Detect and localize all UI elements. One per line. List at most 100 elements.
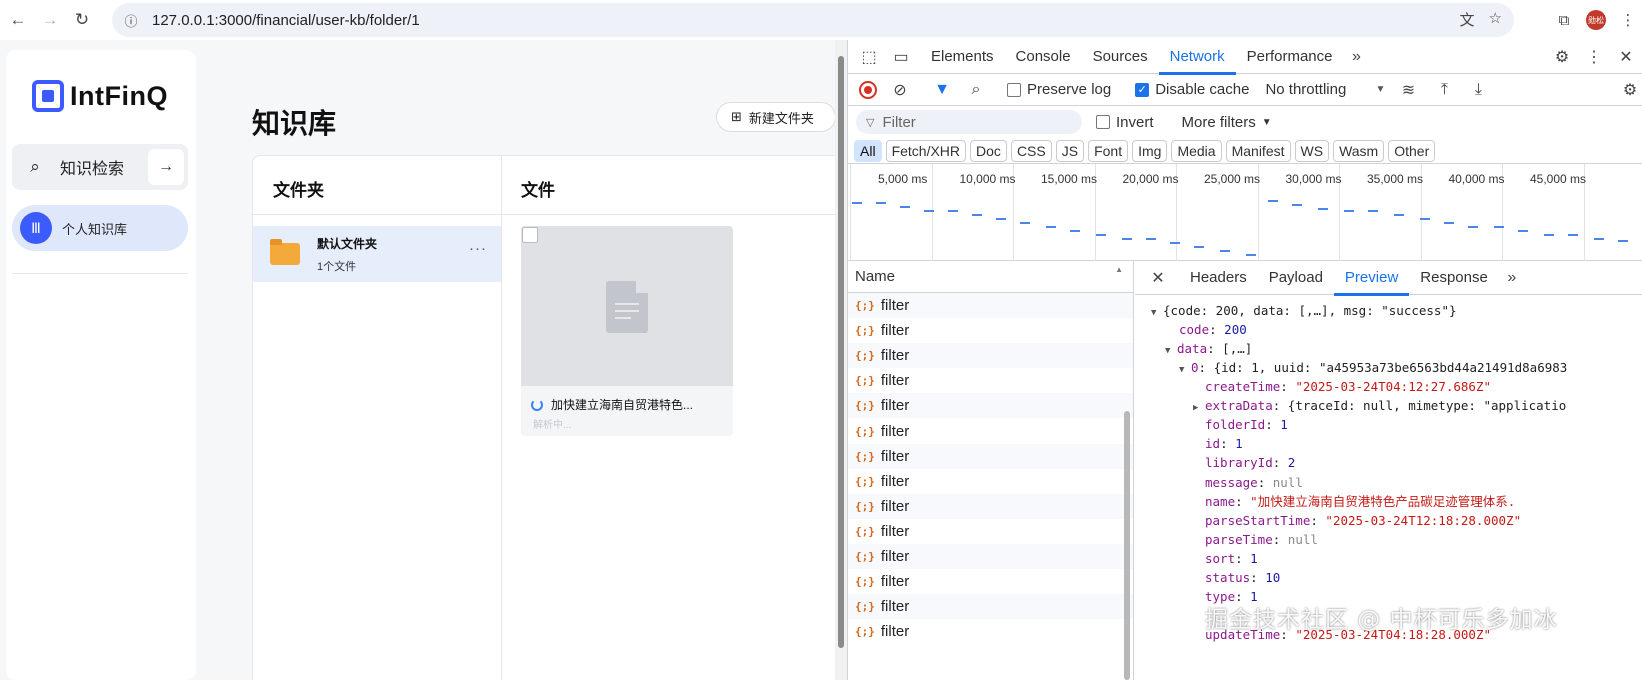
back-icon[interactable]: ← — [4, 6, 32, 34]
folder-item[interactable]: 默认文件夹 1个文件 ··· — [253, 226, 501, 282]
tab-headers[interactable]: Headers — [1179, 261, 1258, 295]
forward-icon[interactable]: → — [36, 6, 64, 34]
request-list-scrollbar[interactable] — [1124, 411, 1130, 680]
address-bar[interactable]: ⓘ 127.0.0.1:3000/financial/user-kb/folde… — [112, 3, 1514, 37]
json-field[interactable]: ▶ extraData: {traceId: null, mimetype: "a… — [1193, 396, 1566, 415]
json-key: parseTime — [1205, 531, 1273, 547]
request-row[interactable]: {;} filter — [848, 493, 1133, 519]
request-row[interactable]: {;} filter — [848, 594, 1133, 620]
new-folder-button[interactable]: ⊞ 新建文件夹 — [716, 102, 835, 132]
tab-elements[interactable]: Elements — [920, 40, 1005, 74]
more-filters-button[interactable]: More filters ▼ — [1182, 114, 1272, 131]
close-details-icon[interactable]: ✕ — [1145, 265, 1171, 291]
devtools-menu-icon[interactable]: ⋮ — [1581, 44, 1607, 70]
invert-checkbox[interactable]: Invert — [1096, 114, 1154, 131]
type-fetch-xhr[interactable]: Fetch/XHR — [885, 139, 967, 162]
type-js[interactable]: JS — [1055, 139, 1085, 162]
json-root[interactable]: ▼ {code: 200, data: [,…], msg: "success"} — [1151, 301, 1457, 320]
more-options-icon[interactable]: ··· — [469, 240, 487, 257]
json-value: 1 — [1250, 550, 1258, 566]
translate-icon[interactable]: 文 — [1460, 9, 1475, 30]
request-row[interactable]: {;} filter — [848, 368, 1133, 393]
more-tabs-icon[interactable]: » — [1499, 265, 1525, 291]
type-font[interactable]: Font — [1088, 139, 1129, 162]
clear-icon[interactable]: ⊘ — [887, 77, 913, 103]
search-icon[interactable]: ⌕ — [963, 77, 989, 103]
app-logo[interactable]: IntFinQ — [32, 80, 168, 112]
extensions-icon[interactable]: ⧉ — [1550, 6, 1578, 34]
request-row[interactable]: {;} filter — [848, 343, 1133, 369]
reload-icon[interactable]: ↻ — [68, 6, 96, 34]
json-item-0[interactable]: ▼ 0: {id: 1, uuid: "a45953a73be6563bd44a2… — [1179, 358, 1567, 377]
timeline-request-bar — [1368, 210, 1378, 212]
inspect-element-icon[interactable]: ⬚ — [856, 44, 882, 70]
timeline-tick-label: 5,000 ms — [878, 172, 928, 186]
export-har-icon[interactable]: ⤓ — [1465, 77, 1491, 103]
type-all[interactable]: All — [854, 139, 882, 162]
request-row[interactable]: {;} filter — [848, 619, 1133, 644]
filter-input[interactable]: ▽ Filter — [856, 110, 1082, 134]
request-row[interactable]: {;} filter — [848, 469, 1133, 494]
type-wasm[interactable]: Wasm — [1333, 139, 1385, 162]
request-list: Name ▲ {;} filter {;} filter {;} filter {;} fil… — [848, 261, 1134, 680]
request-row[interactable]: {;} filter — [848, 293, 1133, 319]
arrow-right-icon[interactable]: → — [148, 149, 184, 185]
request-row[interactable]: {;} filter — [848, 543, 1133, 570]
site-info-icon[interactable]: ⓘ — [120, 9, 142, 31]
filter-funnel-icon[interactable]: ▼ — [929, 77, 955, 103]
json-value: 10 — [1265, 570, 1281, 585]
tab-sources[interactable]: Sources — [1082, 40, 1159, 74]
file-checkbox[interactable] — [522, 227, 538, 243]
tab-response[interactable]: Response — [1409, 261, 1499, 295]
devtools-tabbar: ⬚ ▭ Elements Console Sources Network Per… — [848, 40, 1642, 75]
type-other[interactable]: Other — [1388, 139, 1436, 162]
name-column-header[interactable]: Name ▲ — [848, 261, 1133, 293]
network-conditions-icon[interactable]: ≋ — [1395, 77, 1421, 103]
type-manifest[interactable]: Manifest — [1225, 139, 1291, 162]
type-doc[interactable]: Doc — [970, 139, 1007, 162]
network-settings-icon[interactable]: ⚙ — [1617, 77, 1642, 103]
import-har-icon[interactable]: ⤒ — [1431, 77, 1457, 103]
type-img[interactable]: Img — [1132, 139, 1168, 162]
request-row[interactable]: {;} filter — [848, 569, 1133, 594]
url-text[interactable]: 127.0.0.1:3000/financial/user-kb/folder/… — [152, 12, 420, 29]
library-icon: Ⅲ — [20, 212, 52, 244]
close-icon[interactable]: ✕ — [1613, 44, 1639, 70]
bookmark-star-icon[interactable]: ☆ — [1489, 9, 1502, 30]
tab-console[interactable]: Console — [1005, 40, 1082, 74]
request-row[interactable]: {;} filter — [848, 519, 1133, 544]
settings-gear-icon[interactable]: ⚙ — [1549, 44, 1575, 70]
disable-cache-checkbox[interactable]: ✓ Disable cache — [1135, 81, 1249, 98]
tab-preview[interactable]: Preview — [1333, 261, 1410, 296]
type-media[interactable]: Media — [1171, 139, 1222, 162]
tab-payload[interactable]: Payload — [1258, 261, 1334, 295]
profile-avatar[interactable]: 勋松 — [1586, 10, 1606, 30]
json-data[interactable]: ▼ data: [,…] — [1165, 339, 1252, 358]
kb-panel: 文件夹 文件 默认文件夹 1个文件 ··· 加快建立海南自贸港特色... 解析中… — [252, 155, 835, 680]
fetch-request-icon: {;} — [855, 600, 875, 614]
tab-network[interactable]: Network — [1158, 40, 1236, 75]
page-scrollbar-thumb[interactable] — [838, 56, 844, 648]
preserve-log-checkbox[interactable]: Preserve log — [1007, 81, 1111, 98]
request-row[interactable]: {;} filter — [848, 418, 1133, 443]
record-icon[interactable] — [859, 80, 877, 99]
timeline-request-bar — [1594, 238, 1604, 240]
browser-menu-icon[interactable]: ⋮ — [1614, 6, 1642, 34]
file-card[interactable]: 加快建立海南自贸港特色... 解析中... — [521, 226, 733, 436]
sidebar-item-personal-kb[interactable]: Ⅲ 个人知识库 — [12, 205, 188, 251]
throttling-select[interactable]: No throttling ▼ — [1265, 81, 1385, 98]
folder-column-title: 文件夹 — [273, 181, 324, 200]
more-tabs-icon[interactable]: » — [1344, 44, 1370, 70]
type-css[interactable]: CSS — [1010, 139, 1052, 162]
request-row[interactable]: {;} filter — [848, 393, 1133, 419]
type-ws[interactable]: WS — [1294, 139, 1330, 162]
dropdown-arrow-icon: ▼ — [1375, 84, 1386, 95]
fetch-request-icon: {;} — [855, 499, 875, 513]
request-row[interactable]: {;} filter — [848, 318, 1133, 343]
network-timeline-overview[interactable]: 5,000 ms 10,000 ms 15,000 ms 20,000 ms 25,00… — [848, 164, 1642, 261]
tab-performance[interactable]: Performance — [1236, 40, 1344, 74]
sidebar-item-search[interactable]: ⌕ 知识检索 → — [12, 144, 188, 190]
device-toolbar-icon[interactable]: ▭ — [888, 44, 914, 70]
json-field: createTime: "2025-03-24T04:12:27.686Z" — [1205, 379, 1491, 394]
request-row[interactable]: {;} filter — [848, 443, 1133, 469]
